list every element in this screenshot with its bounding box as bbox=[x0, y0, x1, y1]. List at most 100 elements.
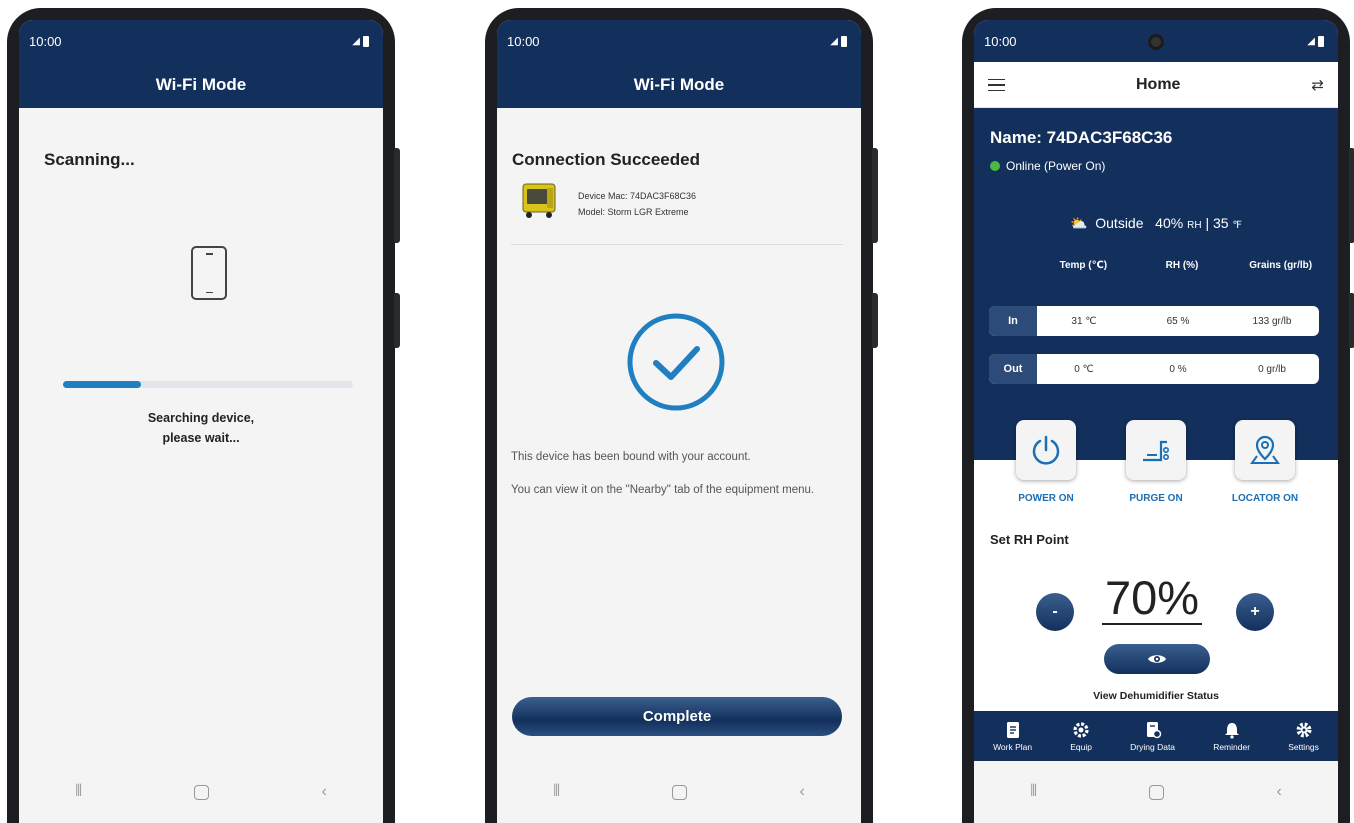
cell-temp: 0 ℃ bbox=[1074, 363, 1094, 375]
purge-icon bbox=[1143, 440, 1169, 462]
switch-device-icon[interactable]: ⇄ bbox=[1311, 76, 1324, 94]
power-button[interactable] bbox=[1016, 420, 1076, 480]
bottom-tab-bar: Work Plan Equip Drying Data Reminder Set… bbox=[974, 711, 1338, 761]
scanning-heading: Scanning... bbox=[44, 150, 135, 169]
header-temp: Temp (℃) bbox=[1059, 260, 1108, 271]
screen-home: 10:00 ◢ Home ⇄ Name: 74DAC3F68C36 Online… bbox=[974, 20, 1338, 823]
tab-work-plan[interactable]: Work Plan bbox=[993, 721, 1032, 752]
outside-temp: 35 bbox=[1212, 215, 1229, 231]
smartphone-icon bbox=[191, 246, 227, 300]
outside-conditions: ⛅ Outside 40% RH | 35 ℉ bbox=[974, 215, 1338, 232]
eye-icon bbox=[1148, 655, 1166, 663]
outside-separator: | bbox=[1205, 215, 1210, 231]
recents-icon[interactable]: ⦀ bbox=[1030, 783, 1037, 801]
page-title: Home bbox=[1135, 75, 1181, 93]
connection-heading: Connection Succeeded bbox=[512, 150, 700, 169]
cell-temp: 31 ℃ bbox=[1071, 315, 1097, 327]
tab-label: Reminder bbox=[1213, 741, 1251, 752]
system-nav-bar: ⦀ ‹ bbox=[974, 761, 1338, 823]
purge-label: PURGE ON bbox=[1129, 493, 1183, 504]
signal-battery-icon: ◢ bbox=[352, 35, 369, 47]
hamburger-menu-icon[interactable] bbox=[988, 78, 1005, 91]
home-icon[interactable] bbox=[672, 784, 688, 800]
power-label: POWER ON bbox=[1018, 493, 1074, 504]
purge-button[interactable] bbox=[1126, 420, 1186, 480]
tab-reminder[interactable]: Reminder bbox=[1213, 721, 1250, 752]
device-info: Device Mac: 74DAC3F68C36 Model: Storm LG… bbox=[578, 188, 696, 220]
data-document-icon bbox=[1146, 721, 1161, 738]
divider bbox=[511, 244, 843, 245]
device-name: Name: 74DAC3F68C36 bbox=[990, 128, 1173, 147]
locator-label: LOCATOR ON bbox=[1231, 493, 1299, 504]
cell-rh: 0 % bbox=[1169, 363, 1187, 375]
home-icon[interactable] bbox=[194, 784, 210, 800]
device-model: Model: Storm LGR Extreme bbox=[578, 207, 689, 217]
outside-rh: 40% bbox=[1155, 215, 1184, 231]
phone-frame-scanning: 10:00 ◢ Wi-Fi Mode Scanning... Searching… bbox=[7, 8, 400, 823]
camera-icon bbox=[1148, 34, 1164, 50]
bell-icon bbox=[1224, 722, 1239, 739]
cell-rh: 65 % bbox=[1166, 315, 1190, 327]
phone-frame-home: 10:00 ◢ Home ⇄ Name: 74DAC3F68C36 Online… bbox=[962, 8, 1354, 823]
phone-frame-connected: 10:00 ◢ Wi-Fi Mode Connection Succeeded … bbox=[485, 8, 878, 823]
clock: 10:00 bbox=[29, 33, 62, 49]
bound-message: This device has been bound with your acc… bbox=[511, 448, 843, 514]
header-grains: Grains (gr/lb) bbox=[1249, 260, 1313, 271]
cell-grains: 133 gr/lb bbox=[1252, 315, 1292, 327]
view-status-button[interactable] bbox=[1104, 644, 1210, 674]
home-icon[interactable] bbox=[1149, 784, 1165, 800]
signal-battery-icon: ◢ bbox=[1307, 35, 1324, 47]
screen-scanning: 10:00 ◢ Wi-Fi Mode Scanning... Searching… bbox=[19, 20, 383, 823]
recents-icon[interactable]: ⦀ bbox=[75, 783, 82, 801]
view-status-label: View Dehumidifier Status bbox=[1093, 690, 1219, 702]
increase-rh-button[interactable]: + bbox=[1236, 593, 1274, 631]
searching-line-2: please wait... bbox=[162, 431, 240, 445]
dehumidifier-device-icon bbox=[522, 183, 556, 218]
tab-label: Equip bbox=[1070, 741, 1093, 752]
app-bar: Wi-Fi Mode bbox=[497, 62, 861, 108]
clock: 10:00 bbox=[984, 33, 1017, 49]
cell-grains: 0 gr/lb bbox=[1258, 363, 1286, 375]
page-title: Wi-Fi Mode bbox=[155, 75, 247, 94]
header-rh: RH (%) bbox=[1165, 260, 1199, 271]
clock: 10:00 bbox=[507, 33, 540, 49]
tab-label: Work Plan bbox=[993, 741, 1033, 752]
online-dot-icon bbox=[990, 161, 1000, 171]
signal-battery-icon: ◢ bbox=[830, 35, 847, 47]
tab-label: Drying Data bbox=[1130, 741, 1176, 752]
back-icon[interactable]: ‹ bbox=[322, 783, 327, 801]
app-bar: Wi-Fi Mode bbox=[19, 62, 383, 108]
set-rh-label: Set RH Point bbox=[990, 532, 1069, 547]
outside-label: Outside bbox=[1095, 215, 1144, 231]
success-check-icon bbox=[627, 313, 725, 411]
back-icon[interactable]: ‹ bbox=[800, 783, 805, 801]
complete-button[interactable]: Complete bbox=[512, 697, 842, 736]
locator-button[interactable] bbox=[1235, 420, 1295, 480]
rh-point-value: 70% bbox=[1102, 573, 1203, 625]
outside-temp-unit: ℉ bbox=[1232, 220, 1242, 231]
power-icon bbox=[1032, 435, 1060, 465]
device-mac: Device Mac: 74DAC3F68C36 bbox=[578, 191, 697, 201]
online-status-text: Online (Power On) bbox=[1006, 159, 1106, 173]
scan-progress-fill bbox=[63, 381, 142, 388]
row-label: Out bbox=[989, 354, 1037, 384]
table-header: Temp (℃) RH (%) Grains (gr/lb) bbox=[1034, 260, 1330, 271]
nearby-line: You can view it on the "Nearby" tab of t… bbox=[511, 484, 815, 496]
screen-connected: 10:00 ◢ Wi-Fi Mode Connection Succeeded … bbox=[497, 20, 861, 823]
tab-drying-data[interactable]: Drying Data bbox=[1130, 721, 1175, 752]
page-title: Wi-Fi Mode bbox=[633, 75, 725, 94]
system-nav-bar: ⦀ ‹ bbox=[19, 761, 383, 823]
device-status-panel: Name: 74DAC3F68C36 Online (Power On) ⛅ O… bbox=[974, 108, 1338, 460]
home-header: Home ⇄ bbox=[974, 62, 1338, 108]
decrease-rh-button[interactable]: - bbox=[1036, 593, 1074, 631]
location-pin-icon bbox=[1250, 435, 1280, 464]
scan-progress-bar bbox=[63, 381, 353, 388]
recents-icon[interactable]: ⦀ bbox=[553, 783, 560, 801]
tab-label: Settings bbox=[1288, 741, 1319, 752]
equipment-gear-icon bbox=[1073, 721, 1089, 738]
tab-equip[interactable]: Equip bbox=[1070, 721, 1092, 752]
table-row-out: Out 0 ℃ 0 % 0 gr/lb bbox=[989, 354, 1319, 384]
tab-settings[interactable]: Settings bbox=[1288, 721, 1319, 752]
back-icon[interactable]: ‹ bbox=[1277, 783, 1282, 801]
row-label: In bbox=[989, 306, 1037, 336]
